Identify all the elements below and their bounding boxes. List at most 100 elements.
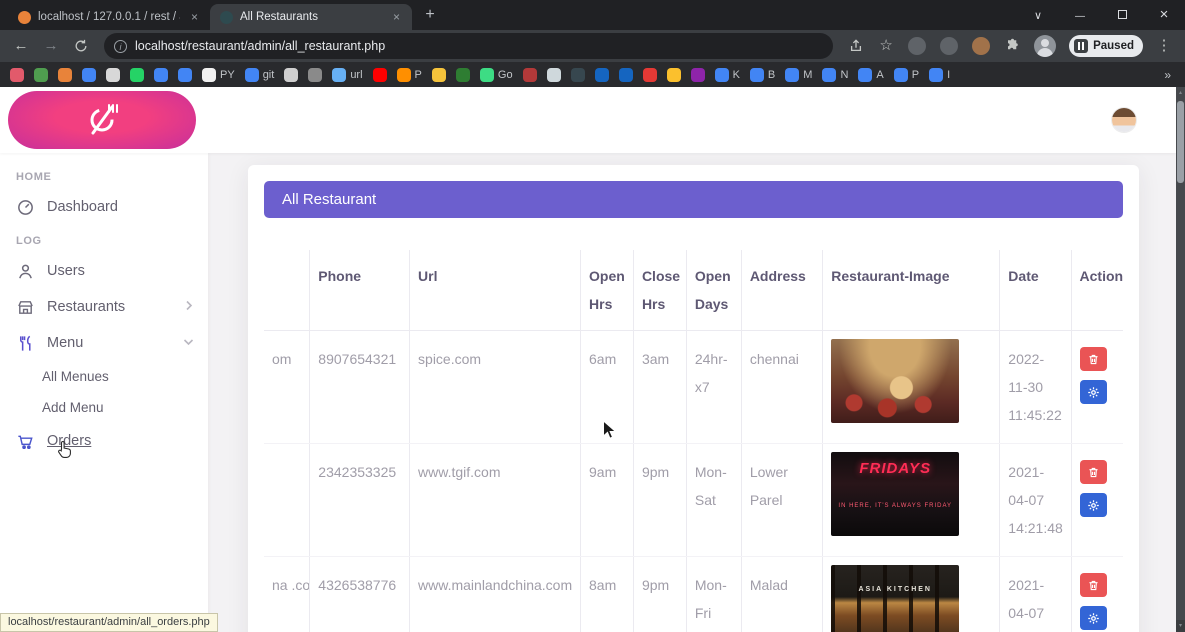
tab-title: All Restaurants [240, 11, 382, 23]
bookmark-label: PY [220, 69, 235, 81]
bookmark-item[interactable]: git [245, 68, 275, 82]
page-scrollbar[interactable] [1176, 87, 1185, 632]
user-avatar[interactable] [1112, 108, 1136, 132]
reload-button[interactable] [68, 33, 94, 59]
cell-action [1071, 331, 1123, 444]
bookmark-favicon-icon [456, 68, 470, 82]
sidebar-item-all-menues[interactable]: All Menues [0, 361, 208, 392]
sidebar-item-users[interactable]: Users [0, 253, 208, 289]
share-icon[interactable] [843, 33, 869, 59]
extension-icon[interactable] [940, 37, 958, 55]
extensions-puzzle-icon[interactable] [999, 33, 1025, 59]
bookmark-favicon-icon [643, 68, 657, 82]
bookmark-item[interactable] [58, 68, 72, 82]
delete-button[interactable] [1080, 573, 1107, 597]
sidebar-item-label: Orders [47, 433, 194, 449]
url-text: localhost/restaurant/admin/all_restauran… [135, 39, 385, 53]
profile-avatar[interactable] [1034, 35, 1056, 57]
delete-button[interactable] [1080, 347, 1107, 371]
bookmark-item[interactable] [82, 68, 96, 82]
tab-close-icon[interactable] [389, 10, 404, 25]
bookmark-item[interactable] [691, 68, 705, 82]
bookmark-item[interactable] [106, 68, 120, 82]
bookmark-item[interactable]: url [332, 68, 362, 82]
scroll-up-icon[interactable] [1176, 87, 1185, 99]
cell-name-fragment [264, 444, 310, 557]
bookmark-item[interactable]: PY [202, 68, 235, 82]
address-bar[interactable]: localhost/restaurant/admin/all_restauran… [104, 33, 833, 59]
scroll-down-icon[interactable] [1176, 620, 1185, 632]
bookmark-favicon-icon [373, 68, 387, 82]
settings-button[interactable] [1080, 606, 1107, 630]
tab-search-icon[interactable] [1017, 0, 1059, 30]
settings-button[interactable] [1080, 380, 1107, 404]
bookmark-item[interactable] [284, 68, 298, 82]
sidebar-item-orders[interactable]: Orders [0, 423, 208, 459]
bookmark-item[interactable] [308, 68, 322, 82]
tab-close-icon[interactable] [187, 10, 202, 25]
bookmarks-overflow-icon[interactable]: » [1160, 68, 1175, 82]
bookmark-item[interactable] [595, 68, 609, 82]
bookmark-item[interactable] [10, 68, 24, 82]
bookmark-star-icon[interactable] [873, 33, 899, 59]
bookmark-item[interactable] [643, 68, 657, 82]
bookmark-favicon-icon [858, 68, 872, 82]
bookmark-item[interactable] [154, 68, 168, 82]
sidebar-item-restaurants[interactable]: Restaurants [0, 289, 208, 325]
bookmark-item[interactable]: N [822, 68, 848, 82]
bookmark-item[interactable] [523, 68, 537, 82]
bookmark-favicon-icon [58, 68, 72, 82]
forward-button[interactable] [38, 33, 64, 59]
bookmark-item[interactable]: M [785, 68, 812, 82]
site-info-icon[interactable] [114, 40, 127, 53]
bookmark-item[interactable]: I [929, 68, 950, 82]
table-row: om 8907654321 spice.com 6am 3am 24hr-x7 … [264, 331, 1123, 444]
bookmark-item[interactable] [456, 68, 470, 82]
settings-button[interactable] [1080, 493, 1107, 517]
bookmark-item[interactable] [432, 68, 446, 82]
bookmark-item[interactable] [547, 68, 561, 82]
maximize-button[interactable] [1101, 0, 1143, 30]
scrollbar-thumb[interactable] [1177, 101, 1184, 183]
menu-kebab-icon[interactable] [1151, 33, 1177, 59]
extension-icon[interactable] [908, 37, 926, 55]
bookmark-favicon-icon [667, 68, 681, 82]
close-button[interactable] [1143, 0, 1185, 30]
bookmark-item[interactable]: A [858, 68, 883, 82]
restaurants-table: Phone Url Open Hrs Close Hrs Open Days A… [264, 250, 1123, 632]
navigation-bar: localhost/restaurant/admin/all_restauran… [0, 30, 1185, 62]
bookmark-item[interactable] [130, 68, 144, 82]
bookmark-item[interactable] [373, 68, 387, 82]
bookmark-item[interactable] [619, 68, 633, 82]
bookmark-item[interactable]: B [750, 68, 775, 82]
sidebar-item-menu[interactable]: Menu [0, 325, 208, 361]
table-header-row: Phone Url Open Hrs Close Hrs Open Days A… [264, 250, 1123, 331]
bookmark-item[interactable] [178, 68, 192, 82]
bookmark-favicon-icon [785, 68, 799, 82]
back-button[interactable] [8, 33, 34, 59]
bookmark-item[interactable] [571, 68, 585, 82]
column-header: Close Hrs [633, 250, 686, 331]
sidebar-item-dashboard[interactable]: Dashboard [0, 189, 208, 225]
bookmark-item[interactable]: K [715, 68, 740, 82]
bookmark-item[interactable] [34, 68, 48, 82]
bookmark-item[interactable]: P [397, 68, 422, 82]
bookmark-item[interactable]: P [894, 68, 919, 82]
cell-action [1071, 444, 1123, 557]
extension-avatar-icon[interactable] [972, 37, 990, 55]
column-header: Url [410, 250, 581, 331]
bookmark-favicon-icon [10, 68, 24, 82]
new-tab-button[interactable] [418, 3, 442, 27]
delete-button[interactable] [1080, 460, 1107, 484]
brand-logo[interactable] [8, 91, 196, 149]
restaurants-icon [16, 298, 35, 317]
browser-tab[interactable]: All Restaurants [210, 4, 412, 30]
sidebar-item-label: Restaurants [47, 299, 173, 315]
bookmark-item[interactable]: Go [480, 68, 513, 82]
sidebar-item-add-menu[interactable]: Add Menu [0, 392, 208, 423]
minimize-button[interactable] [1059, 0, 1101, 30]
cell-open-days: Mon-Sat [686, 444, 741, 557]
paused-badge[interactable]: Paused [1069, 35, 1143, 57]
bookmark-item[interactable] [667, 68, 681, 82]
browser-tab[interactable]: localhost / 127.0.0.1 / rest / adm [8, 4, 210, 30]
